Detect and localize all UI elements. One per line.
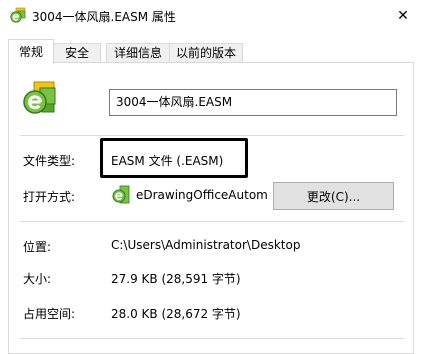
size-on-disk-value: 28.0 KB (28,672 字节) [111,307,241,321]
opens-with-label: 打开方式: [23,190,76,204]
change-button[interactable]: 更改(C)... [273,182,394,210]
file-name-value: 3004一体风扇.EASM [116,95,233,109]
close-icon: ✕ [397,8,409,24]
easm-file-icon [10,7,26,23]
divider [20,135,404,136]
tab-previous-versions[interactable]: 以前的版本 [169,43,243,63]
edrawings-app-icon [112,185,130,205]
size-on-disk-label: 占用空间: [23,307,76,321]
tab-security[interactable]: 安全 [53,43,101,63]
title-bar: 3004一体风扇.EASM 属性 ✕ [0,0,421,32]
size-label: 大小: [23,272,52,286]
tab-bar: 常规 安全 详细信息 以前的版本 [8,39,413,64]
window-title: 3004一体风扇.EASM 属性 [32,10,176,24]
size-value: 27.9 KB (28,591 字节) [111,272,241,286]
close-button[interactable]: ✕ [385,0,421,32]
location-value: C:\Users\Administrator\Desktop [111,238,301,252]
opens-with-value: eDrawingOfficeAutom. [136,188,268,202]
location-label: 位置: [23,240,52,254]
divider [20,338,404,339]
highlight-box [100,138,248,178]
file-name-field[interactable]: 3004一体风扇.EASM [109,89,397,116]
file-type-label: 文件类型: [23,154,76,168]
tab-details[interactable]: 详细信息 [106,43,170,63]
divider [20,221,404,222]
easm-file-icon [22,80,58,116]
tab-general[interactable]: 常规 [8,39,54,64]
